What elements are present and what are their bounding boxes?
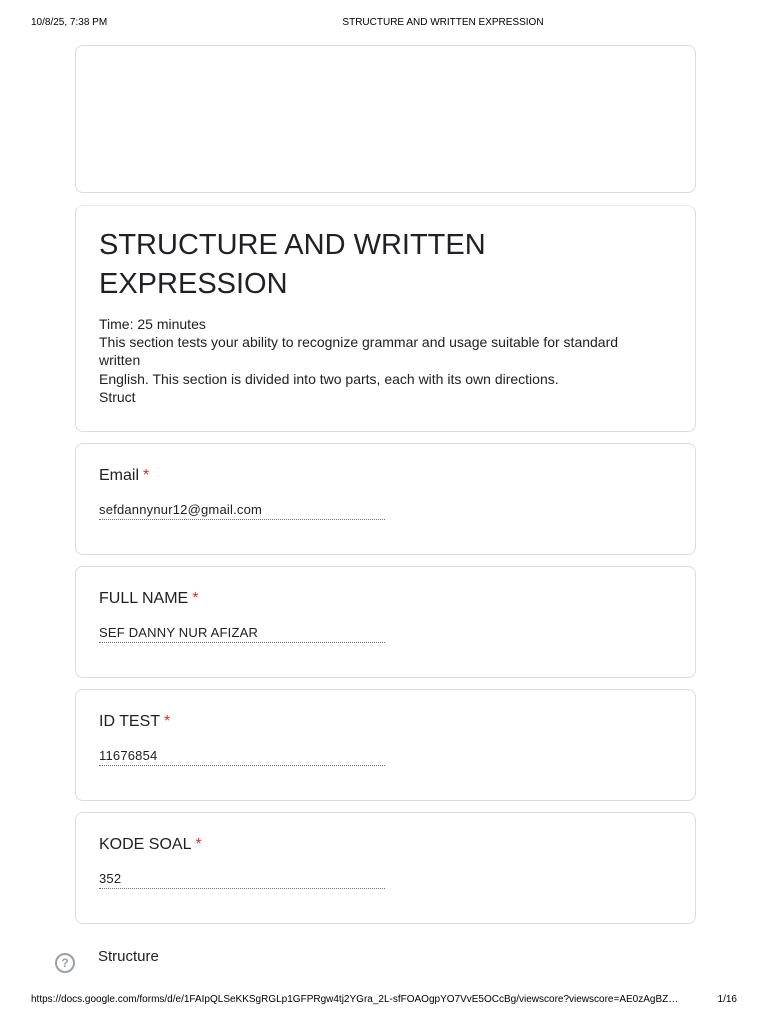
form-description-line: This section tests your ability to recog… [99,334,619,369]
id-test-answer: 11676854 [99,748,385,766]
print-footer: https://docs.google.com/forms/d/e/1FAIpQ… [0,994,768,1008]
question-label: ID TEST * [99,712,170,732]
section-title: Structure [98,948,159,965]
help-circle-icon[interactable]: ? [55,953,75,973]
header-banner [75,45,696,193]
full-name-answer: SEF DANNY NUR AFIZAR [99,625,385,643]
form-title: STRUCTURE AND WRITTEN EXPRESSION [99,229,486,300]
kode-soal-answer: 352 [99,871,385,889]
question-kode-soal: KODE SOAL * 352 [75,812,696,924]
question-label-text: Email [99,467,140,484]
print-header: 10/8/25, 7:38 PM STRUCTURE AND WRITTEN E… [0,17,768,31]
question-full-name: FULL NAME * SEF DANNY NUR AFIZAR [75,566,696,678]
required-asterisk: * [164,713,171,730]
question-label: FULL NAME * [99,589,198,609]
email-answer: sefdannynur12@gmail.com [99,502,385,520]
form-description-line: Struct [99,388,136,405]
form-description: Time: 25 minutes This section tests your… [99,315,659,406]
required-asterisk: * [195,836,202,853]
print-title: STRUCTURE AND WRITTEN EXPRESSION [342,17,544,28]
form-description-line: Time: 25 minutes [99,316,206,332]
form-title-card: STRUCTURE AND WRITTEN EXPRESSION Time: 2… [75,205,696,432]
print-url: https://docs.google.com/forms/d/e/1FAIpQ… [31,994,679,1005]
question-label-text: KODE SOAL [99,836,192,853]
page-number: 1/16 [717,994,737,1005]
question-label: KODE SOAL * [99,835,202,855]
question-id-test: ID TEST * 11676854 [75,689,696,801]
question-label: Email * [99,466,149,486]
required-asterisk: * [143,467,150,484]
question-label-text: ID TEST [99,713,161,730]
required-asterisk: * [192,590,199,607]
question-email: Email * sefdannynur12@gmail.com [75,443,696,555]
question-label-text: FULL NAME [99,590,189,607]
form-description-line: English. This section is divided into tw… [99,370,559,387]
